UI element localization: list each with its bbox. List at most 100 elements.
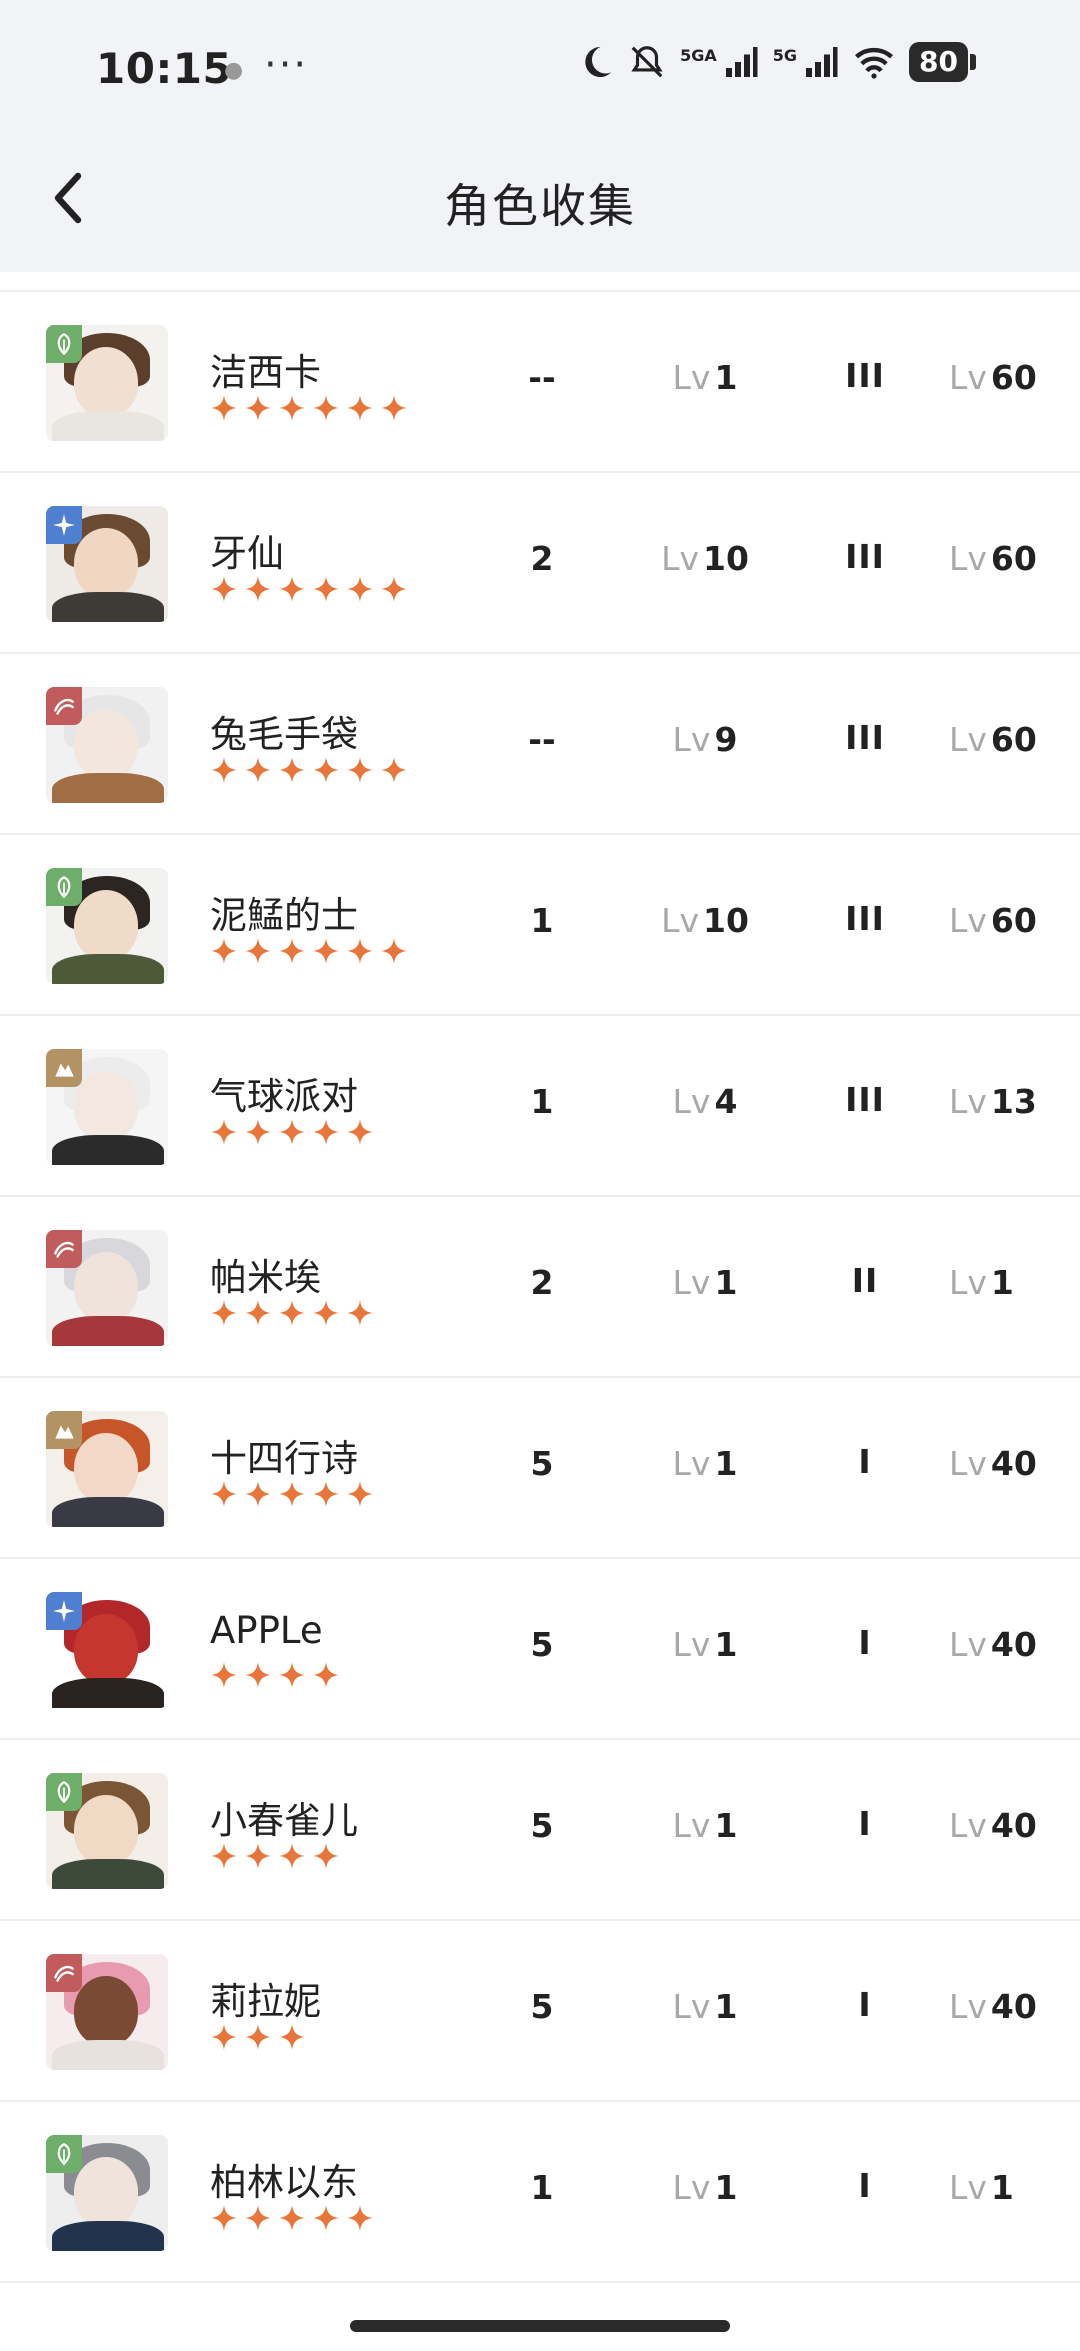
rarity-stars: [210, 2204, 374, 2232]
star-icon: [279, 1119, 305, 1145]
star-icon: [381, 395, 407, 421]
star-icon: [347, 1119, 373, 1145]
skill-level: Lv 10: [640, 539, 770, 578]
character-name: 十四行诗: [210, 1437, 358, 1480]
star-icon: [279, 1481, 305, 1507]
star-icon: [279, 938, 305, 964]
star-icon: [279, 2024, 305, 2050]
plant-element-icon: [46, 2135, 82, 2173]
character-row[interactable]: 帕米埃 2 Lv 1 II Lv 1: [0, 1197, 1080, 1378]
character-row[interactable]: APPLe 5 Lv 1 I Lv 40: [0, 1559, 1080, 1740]
star-icon: [279, 1843, 305, 1869]
star-icon: [245, 1119, 271, 1145]
star-icon: [211, 1843, 237, 1869]
star-icon: [313, 1119, 339, 1145]
mineral-element-icon: [46, 1411, 82, 1449]
level-value: 1: [714, 1806, 738, 1845]
level-prefix: Lv: [672, 1263, 711, 1302]
star-icon: [381, 938, 407, 964]
resonance-rank: 1: [530, 2168, 554, 2207]
star-icon: [211, 757, 237, 783]
character-row[interactable]: 洁西卡 -- Lv 1 III Lv 60: [0, 292, 1080, 473]
signal-icon: [725, 47, 758, 77]
star-icon: [211, 2024, 237, 2050]
star-icon: [313, 1481, 339, 1507]
rarity-stars: [210, 394, 408, 422]
status-icons: 5GA 5G 80: [578, 42, 976, 82]
max-level-value: 40: [990, 1806, 1037, 1845]
star-icon: [245, 576, 271, 602]
star-icon: [381, 576, 407, 602]
resonance-rank: 1: [530, 1082, 554, 1121]
mute-bell-icon: [631, 46, 663, 78]
signal-label-5ga: 5GA: [680, 45, 717, 65]
status-time: 10:15: [96, 44, 233, 93]
insight-level: I: [858, 1623, 872, 1662]
skill-level: Lv 1: [640, 1444, 770, 1483]
max-level-value: 1: [990, 2168, 1014, 2207]
rarity-stars: [210, 1480, 374, 1508]
more-notifications-icon: ···: [264, 42, 309, 88]
character-row[interactable]: 莉拉妮 5 Lv 1 I Lv 40: [0, 1921, 1080, 2102]
character-name: 莉拉妮: [210, 1980, 321, 2023]
star-icon: [245, 1481, 271, 1507]
level-value: 9: [714, 720, 738, 759]
star-icon: [279, 395, 305, 421]
insight-level: III: [845, 356, 885, 395]
star-icon: [313, 1662, 339, 1688]
character-row[interactable]: 气球派对 1 Lv 4 III Lv 13: [0, 1016, 1080, 1197]
level-prefix: Lv: [672, 1625, 711, 1664]
character-name: 洁西卡: [210, 351, 321, 394]
star-icon: [245, 395, 271, 421]
star-icon: [211, 576, 237, 602]
level-prefix: Lv: [672, 720, 711, 759]
resonance-rank: 2: [530, 1263, 554, 1302]
character-level: Lv 40: [935, 1444, 1069, 1483]
character-row[interactable]: 柏林以东 1 Lv 1 I Lv 1: [0, 2102, 1080, 2283]
character-name: 牙仙: [210, 532, 284, 575]
character-row[interactable]: 小春雀儿 5 Lv 1 I Lv 40: [0, 1740, 1080, 1921]
character-row[interactable]: 泥鯭的士 1 Lv 10 III Lv 60: [0, 835, 1080, 1016]
star-icon: [347, 1300, 373, 1326]
star-icon: [211, 1662, 237, 1688]
max-level-value: 40: [990, 1625, 1037, 1664]
character-avatar: [46, 1230, 168, 1346]
character-avatar: [46, 506, 168, 622]
resonance-rank: 5: [530, 1625, 554, 1664]
insight-level: I: [858, 1804, 872, 1843]
star-icon: [245, 2024, 271, 2050]
level-value: 10: [702, 539, 749, 578]
insight-level: I: [858, 2166, 872, 2205]
notification-icon: ●: [224, 58, 244, 83]
beast-element-icon: [46, 687, 82, 725]
character-avatar: [46, 2135, 168, 2251]
character-level: Lv 60: [935, 539, 1069, 578]
signal-icon-2: [806, 47, 838, 77]
star-icon: [279, 2205, 305, 2231]
max-level-prefix: Lv: [949, 2168, 987, 2207]
mineral-element-icon: [46, 1049, 82, 1087]
character-row[interactable]: 牙仙 2 Lv 10 III Lv 60: [0, 473, 1080, 654]
beast-element-icon: [46, 1954, 82, 1992]
rarity-stars: [210, 937, 408, 965]
level-prefix: Lv: [661, 539, 699, 578]
max-level-prefix: Lv: [949, 1263, 987, 1302]
max-level-value: 60: [990, 720, 1037, 759]
level-prefix: Lv: [672, 1806, 711, 1845]
character-avatar: [46, 1592, 168, 1708]
star-icon: [347, 1481, 373, 1507]
star-icon: [211, 938, 237, 964]
rarity-stars: [210, 575, 408, 603]
character-row[interactable]: 十四行诗 5 Lv 1 I Lv 40: [0, 1378, 1080, 1559]
home-indicator[interactable]: [350, 2320, 730, 2332]
character-row[interactable]: 兔毛手袋 -- Lv 9 III Lv 60: [0, 654, 1080, 835]
insight-level: III: [845, 537, 885, 576]
character-level: Lv 40: [935, 1987, 1069, 2026]
star-icon: [211, 1300, 237, 1326]
insight-level: II: [851, 1261, 879, 1300]
plant-element-icon: [46, 868, 82, 906]
battery-level: 80: [909, 42, 968, 82]
rarity-stars: [210, 1661, 340, 1689]
level-prefix: Lv: [672, 1444, 711, 1483]
star-icon: [245, 1843, 271, 1869]
